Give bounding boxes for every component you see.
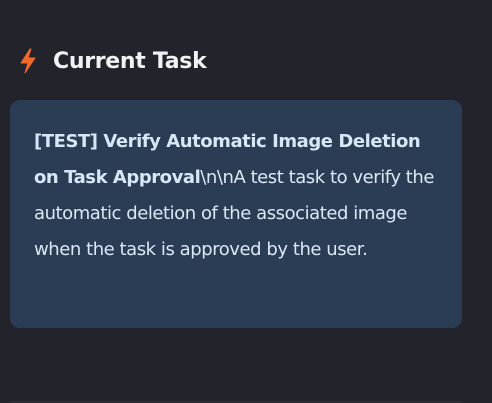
- panel-title: Current Task: [53, 48, 207, 74]
- current-task-header: Current Task: [19, 44, 207, 78]
- lightning-bolt-icon: [20, 48, 36, 74]
- divider: [10, 401, 462, 402]
- task-card: [TEST] Verify Automatic Image Deletion o…: [10, 100, 462, 328]
- task-content: [TEST] Verify Automatic Image Deletion o…: [34, 124, 440, 268]
